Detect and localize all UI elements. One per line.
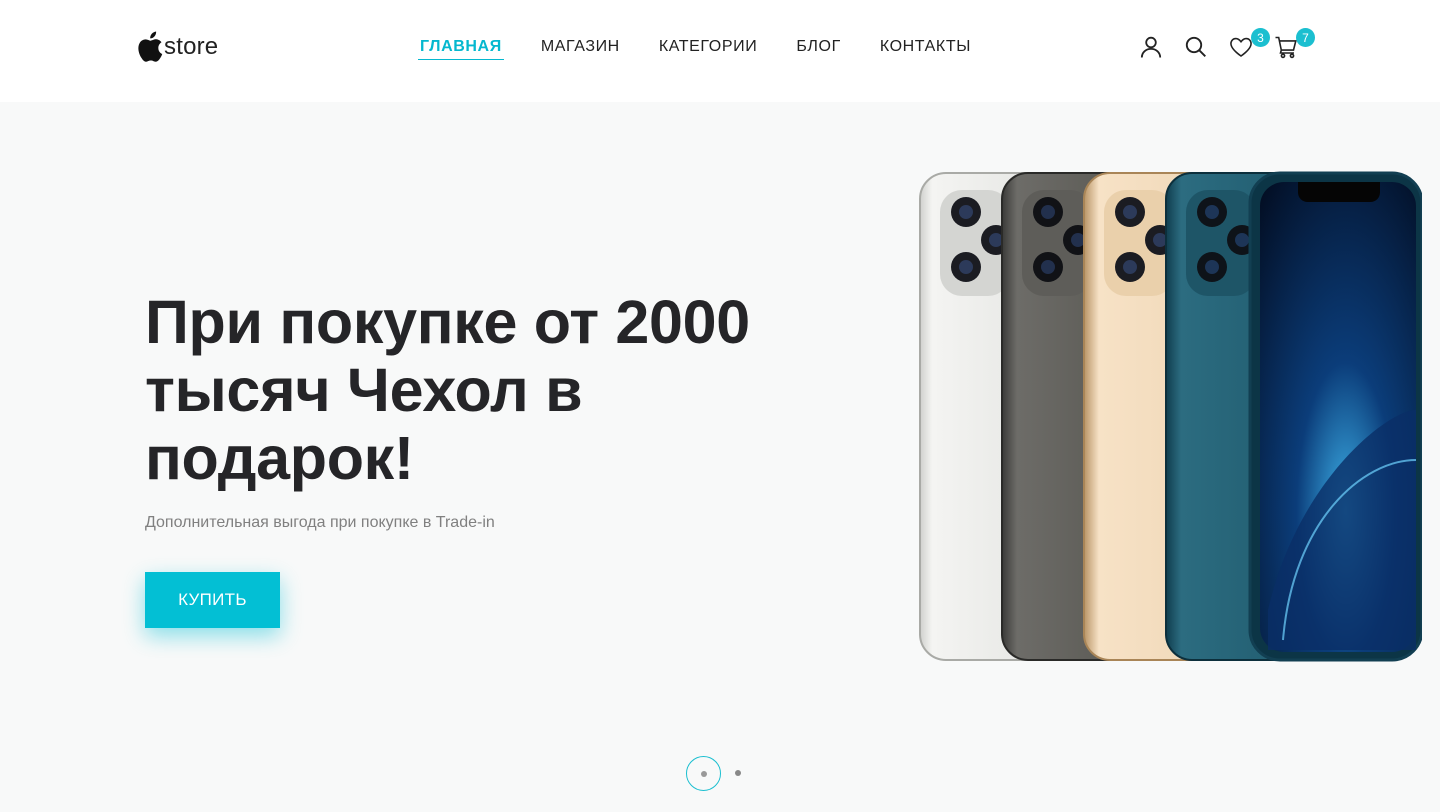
nav-item-contacts[interactable]: КОНТАКТЫ [878, 36, 973, 60]
main-nav: ГЛАВНАЯ МАГАЗИН КАТЕГОРИИ БЛОГ КОНТАКТЫ [418, 36, 973, 60]
cart-icon [1275, 36, 1297, 59]
logo[interactable]: store [135, 30, 218, 64]
nav-item-categories[interactable]: КАТЕГОРИИ [657, 36, 759, 60]
slide-dot-2[interactable] [735, 770, 741, 776]
search-button[interactable] [1182, 30, 1210, 64]
buy-button[interactable]: КУПИТЬ [145, 572, 280, 628]
site-header: store ГЛАВНАЯ МАГАЗИН КАТЕГОРИИ БЛОГ КОН… [0, 0, 1440, 102]
hero-slider: При покупке от 2000 тысяч Чехол в подаро… [0, 102, 1440, 812]
hero-subtitle: Дополнительная выгода при покупке в Trad… [145, 514, 495, 531]
account-button[interactable] [1137, 30, 1165, 64]
slider-pagination [686, 756, 756, 791]
apple-logo-icon [138, 31, 163, 62]
nav-item-home[interactable]: ГЛАВНАЯ [418, 36, 504, 60]
iphone-lineup-image [919, 171, 1422, 662]
search-icon [1185, 36, 1206, 57]
logo-text: store [164, 33, 219, 60]
user-icon [1140, 36, 1162, 58]
cart-button[interactable]: 7 [1272, 28, 1315, 64]
slide-dot-1-active[interactable] [686, 756, 721, 791]
nav-item-blog[interactable]: БЛОГ [794, 36, 843, 60]
heart-icon [1230, 37, 1252, 57]
cart-count-badge: 7 [1296, 28, 1315, 47]
wishlist-count-badge: 3 [1251, 28, 1270, 47]
wishlist-button[interactable]: 3 [1227, 28, 1270, 64]
nav-item-shop[interactable]: МАГАЗИН [539, 36, 622, 60]
hero-title: При покупке от 2000 тысяч Чехол в подаро… [145, 288, 750, 492]
